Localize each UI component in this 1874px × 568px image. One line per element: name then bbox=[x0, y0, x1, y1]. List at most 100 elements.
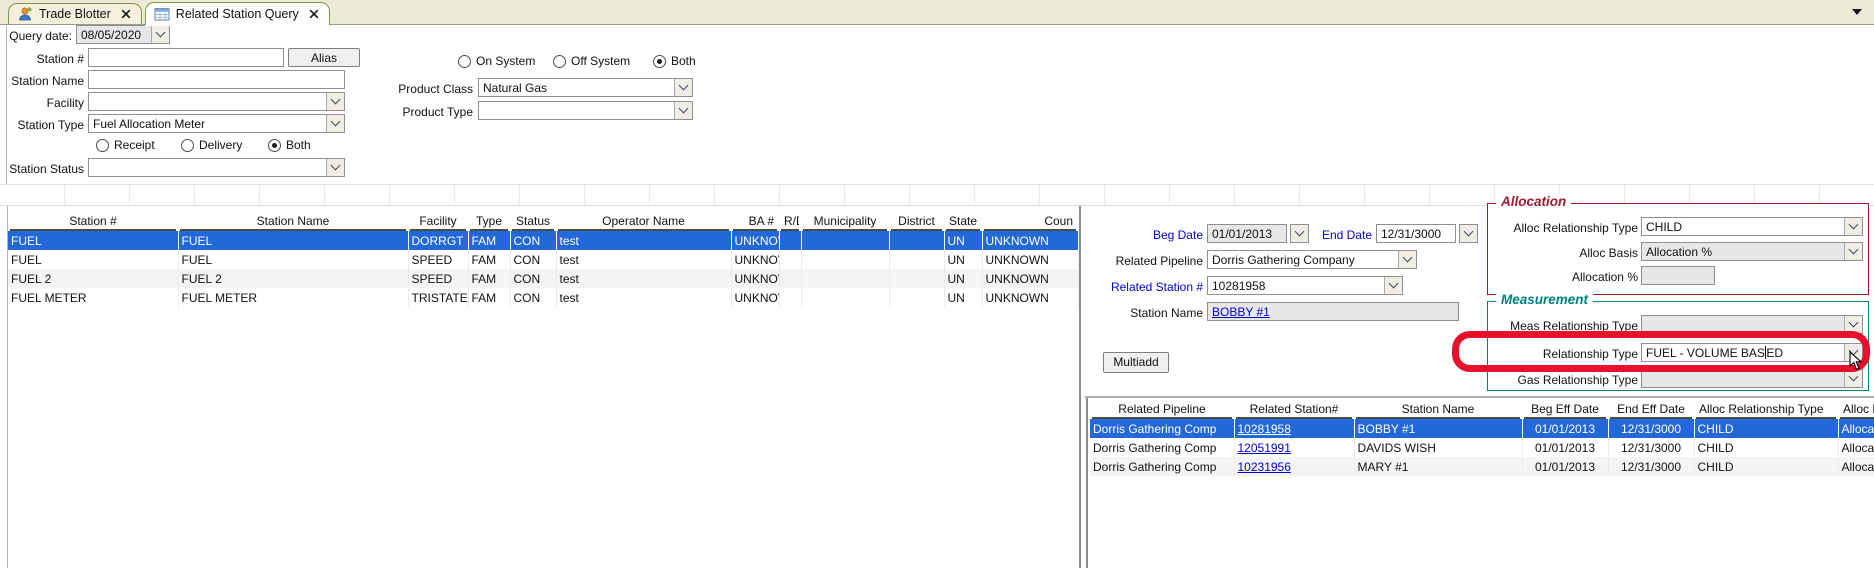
table-row[interactable]: FUELFUEL SPEEDFAM CONtest UNKNOV UNUNKNO… bbox=[8, 250, 1078, 269]
close-icon[interactable] bbox=[309, 9, 319, 19]
facility-dropdown-icon[interactable] bbox=[326, 93, 344, 110]
off-system-radio-circle[interactable] bbox=[553, 55, 566, 68]
product-class-select[interactable]: Natural Gas bbox=[478, 78, 693, 97]
tab-label: Related Station Query bbox=[176, 7, 299, 21]
tab-related-station-query[interactable]: Related Station Query bbox=[145, 2, 330, 25]
beg-date-label: Beg Date bbox=[1120, 226, 1203, 244]
tab-label: Trade Blotter bbox=[39, 7, 111, 21]
station-type-select[interactable]: Fuel Allocation Meter bbox=[88, 114, 345, 133]
system-both-radio[interactable]: Both bbox=[653, 54, 696, 68]
detail-station-name-field: BOBBY #1 bbox=[1207, 302, 1459, 321]
alloc-basis-dropdown-icon[interactable] bbox=[1844, 243, 1862, 260]
rd-both-radio[interactable]: Both bbox=[268, 138, 311, 152]
product-type-label: Product Type bbox=[388, 103, 473, 121]
product-type-dropdown-icon[interactable] bbox=[674, 102, 692, 119]
station-status-label: Station Status bbox=[0, 160, 84, 178]
station-number-input[interactable] bbox=[88, 48, 284, 67]
tab-trade-blotter[interactable]: Trade Blotter bbox=[8, 3, 142, 24]
multiadd-button[interactable]: Multiadd bbox=[1103, 352, 1169, 373]
product-class-label: Product Class bbox=[388, 80, 473, 98]
gas-relationship-type-dropdown-icon[interactable] bbox=[1844, 370, 1862, 387]
detail-station-name-label: Station Name bbox=[1110, 304, 1203, 322]
station-name-label: Station Name bbox=[0, 72, 84, 90]
measurement-group-title: Measurement bbox=[1496, 292, 1593, 307]
related-station-label: Related Station # bbox=[1085, 278, 1203, 296]
gas-relationship-type-select[interactable] bbox=[1641, 369, 1863, 388]
right-panel-divider bbox=[1085, 396, 1874, 398]
related-station-link[interactable]: 12051991 bbox=[1238, 441, 1291, 455]
tab-overflow-icon[interactable] bbox=[1852, 9, 1862, 15]
allocation-group-title: Allocation bbox=[1496, 194, 1571, 209]
query-date-field[interactable]: 08/05/2020 bbox=[76, 25, 170, 44]
stations-grid-header: Station # Station Name Facility Type Sta… bbox=[8, 212, 1078, 231]
table-row[interactable]: FUEL METERFUEL METER TRISTATEFAM CONtest… bbox=[8, 288, 1078, 307]
station-name-input[interactable] bbox=[88, 70, 345, 89]
end-date-label: End Date bbox=[1316, 226, 1372, 244]
facility-select[interactable] bbox=[88, 92, 345, 111]
meas-relationship-type-label: Meas Relationship Type bbox=[1490, 317, 1638, 335]
related-station-link[interactable]: 10281958 bbox=[1238, 422, 1291, 436]
related-stations-grid: Related Pipeline Related Station# Statio… bbox=[1090, 400, 1874, 476]
beg-date-dropdown-icon[interactable] bbox=[1290, 224, 1309, 243]
table-row[interactable]: Dorris Gathering Comp 10281958 BOBBY #1 … bbox=[1090, 419, 1874, 438]
table-query-icon bbox=[154, 6, 170, 22]
on-system-radio-circle[interactable] bbox=[458, 55, 471, 68]
mouse-cursor-icon bbox=[1849, 351, 1863, 371]
table-row[interactable]: FUELFUEL DORRGTFAM CONtest UNKNOV UNUNKN… bbox=[8, 231, 1078, 250]
alloc-basis-label: Alloc Basis bbox=[1490, 244, 1638, 262]
related-grid-header: Related Pipeline Related Station# Statio… bbox=[1090, 400, 1874, 419]
off-system-radio[interactable]: Off System bbox=[553, 54, 630, 68]
related-station-link[interactable]: 10231956 bbox=[1238, 460, 1291, 474]
facility-label: Facility bbox=[0, 94, 84, 112]
rd-both-radio-circle[interactable] bbox=[268, 139, 281, 152]
end-date-dropdown-icon[interactable] bbox=[1459, 224, 1478, 243]
alloc-relationship-type-dropdown-icon[interactable] bbox=[1844, 218, 1862, 235]
measurement-group: Measurement Meas Relationship Type Relat… bbox=[1487, 301, 1869, 391]
on-system-radio[interactable]: On System bbox=[458, 54, 535, 68]
allocation-group: Allocation Alloc Relationship Type CHILD… bbox=[1487, 203, 1869, 295]
delivery-radio[interactable]: Delivery bbox=[181, 138, 242, 152]
allocation-pct-input[interactable] bbox=[1641, 266, 1715, 285]
meas-relationship-type-select[interactable] bbox=[1641, 315, 1863, 334]
product-class-dropdown-icon[interactable] bbox=[674, 79, 692, 96]
query-date-label: Query date: bbox=[8, 27, 72, 45]
receipt-radio[interactable]: Receipt bbox=[96, 138, 155, 152]
table-row[interactable]: Dorris Gathering Comp 12051991 DAVIDS WI… bbox=[1090, 438, 1874, 457]
station-number-label: Station # bbox=[0, 50, 84, 68]
alloc-basis-select[interactable]: Allocation % bbox=[1641, 242, 1863, 261]
relationship-type-label: Relationship Type bbox=[1490, 345, 1638, 363]
alloc-relationship-type-select[interactable]: CHILD bbox=[1641, 217, 1863, 236]
product-type-select[interactable] bbox=[478, 101, 693, 120]
table-row[interactable]: FUEL 2FUEL 2 SPEEDFAM CONtest UNKNOV UNU… bbox=[8, 269, 1078, 288]
close-icon[interactable] bbox=[121, 9, 131, 19]
relationship-type-select[interactable]: FUEL - VOLUME BASED bbox=[1641, 343, 1863, 362]
station-status-dropdown-icon[interactable] bbox=[326, 159, 344, 176]
person-icon bbox=[17, 6, 33, 22]
alias-button[interactable]: Alias bbox=[288, 48, 360, 67]
query-date-dropdown-icon[interactable] bbox=[151, 26, 169, 43]
station-type-label: Station Type bbox=[0, 116, 84, 134]
end-date-field[interactable]: 12/31/3000 bbox=[1376, 224, 1456, 243]
related-pipeline-select[interactable]: Dorris Gathering Company bbox=[1207, 250, 1417, 269]
receipt-radio-circle[interactable] bbox=[96, 139, 109, 152]
alloc-relationship-type-label: Alloc Relationship Type bbox=[1490, 219, 1638, 237]
related-station-dropdown-icon[interactable] bbox=[1384, 277, 1402, 294]
table-row[interactable]: Dorris Gathering Comp 10231956 MARY #1 0… bbox=[1090, 457, 1874, 476]
tab-bar: Trade Blotter Related Station Query bbox=[0, 0, 1874, 25]
station-status-select[interactable] bbox=[88, 158, 345, 177]
allocation-pct-label: Allocation % bbox=[1490, 268, 1638, 286]
gas-relationship-type-label: Gas Relationship Type bbox=[1490, 371, 1638, 389]
related-station-query-window: Trade Blotter Related Station Query Quer… bbox=[0, 0, 1874, 568]
related-station-select[interactable]: 10281958 bbox=[1207, 276, 1403, 295]
stations-grid: Station # Station Name Facility Type Sta… bbox=[8, 212, 1079, 307]
related-grid-left-border bbox=[1086, 398, 1088, 568]
related-pipeline-label: Related Pipeline bbox=[1096, 252, 1203, 270]
related-pipeline-dropdown-icon[interactable] bbox=[1398, 251, 1416, 268]
center-splitter[interactable] bbox=[1079, 206, 1081, 568]
station-type-dropdown-icon[interactable] bbox=[326, 115, 344, 132]
beg-date-field[interactable]: 01/01/2013 bbox=[1207, 224, 1287, 243]
station-name-link[interactable]: BOBBY #1 bbox=[1212, 305, 1270, 319]
delivery-radio-circle[interactable] bbox=[181, 139, 194, 152]
system-both-radio-circle[interactable] bbox=[653, 55, 666, 68]
meas-relationship-type-dropdown-icon[interactable] bbox=[1844, 316, 1862, 333]
